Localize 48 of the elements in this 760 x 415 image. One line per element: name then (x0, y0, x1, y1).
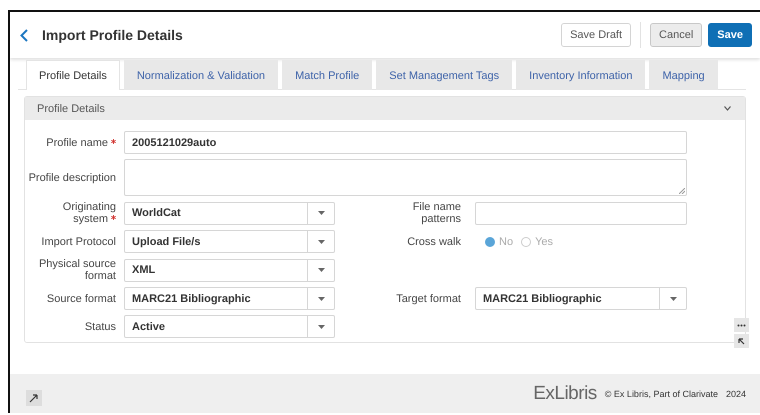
field-label: Import Protocol (41, 236, 116, 248)
header-button[interactable]: Cancel (650, 23, 702, 47)
field-label: Target format (396, 292, 461, 304)
field-label: Profile description (28, 172, 116, 184)
caret-icon (318, 296, 324, 300)
arrow-up-left-button[interactable] (734, 334, 749, 348)
field-label: Source format (46, 292, 116, 304)
expand-icon[interactable] (26, 390, 42, 406)
section-header[interactable]: Profile Details (25, 97, 745, 120)
copyright-year: 2024 (726, 388, 746, 398)
tab[interactable]: Mapping (649, 60, 718, 90)
chevron-icon (724, 106, 731, 111)
select-field[interactable]: Upload File/s (124, 230, 335, 253)
select-field[interactable]: MARC21 Bibliographic (475, 287, 687, 310)
required-icon (111, 215, 116, 220)
field-label: Cross walk (407, 236, 461, 248)
caret-icon (318, 268, 324, 272)
header-button[interactable]: Save Draft (561, 23, 632, 47)
page-title: Import Profile Details (42, 27, 184, 43)
field-label: Profile name (46, 136, 116, 148)
select-field[interactable]: XML (124, 258, 335, 282)
select-field[interactable]: Active (124, 315, 335, 338)
company-logo: ExLibris (533, 382, 597, 404)
ellipsis-icon (737, 324, 746, 326)
field-label: Physical source format (38, 258, 116, 282)
field-label: Originating system (62, 201, 116, 225)
select-field[interactable]: MARC21 Bibliographic (124, 287, 335, 310)
field-label: File name patterns (412, 201, 461, 225)
more-button[interactable] (734, 318, 749, 332)
header-button[interactable]: Save (708, 23, 752, 47)
tab[interactable]: Inventory Information (516, 60, 646, 90)
field-label: Status (84, 320, 116, 332)
tab[interactable]: Match Profile (282, 60, 372, 90)
text-field[interactable]: 2005121029auto (124, 131, 687, 154)
select-field[interactable]: WorldCat (124, 202, 335, 224)
caret-icon (318, 324, 324, 328)
copyright-text: © Ex Libris, Part of Clarivate (604, 388, 718, 398)
caret-icon (670, 296, 676, 300)
text-field[interactable] (475, 202, 687, 224)
arrow-icon (738, 338, 745, 344)
required-icon (111, 138, 116, 144)
tab[interactable]: Profile Details (26, 60, 120, 90)
tab[interactable]: Set Management Tags (376, 60, 512, 90)
caret-icon (318, 240, 324, 244)
tab[interactable]: Normalization & Validation (124, 60, 278, 90)
caret-icon (318, 211, 324, 215)
back-icon[interactable] (20, 28, 28, 42)
resize-handle-icon[interactable] (679, 188, 685, 194)
